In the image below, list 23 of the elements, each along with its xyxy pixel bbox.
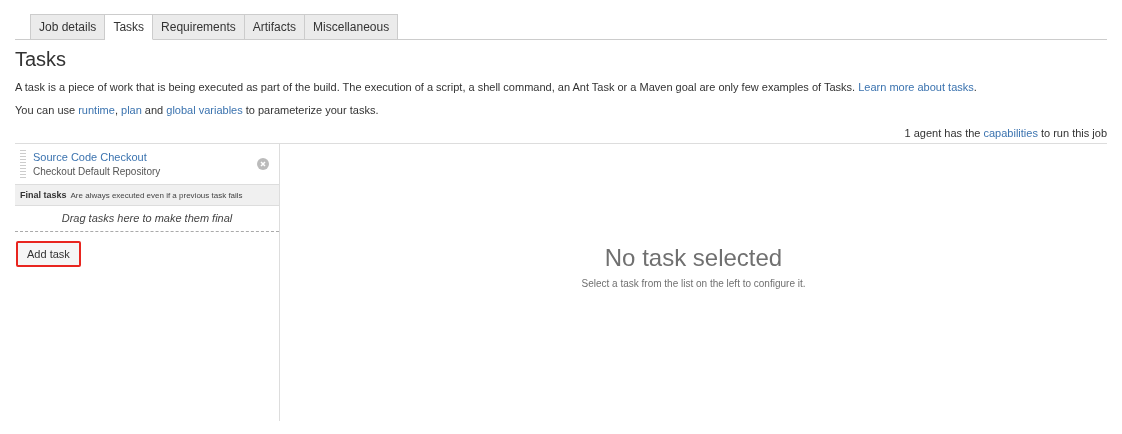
- tab[interactable]: Requirements: [153, 14, 245, 40]
- tab[interactable]: Miscellaneous: [305, 14, 399, 40]
- empty-state-title: No task selected: [604, 244, 783, 272]
- remove-icon[interactable]: [257, 158, 269, 170]
- link[interactable]: capabilities: [983, 127, 1038, 139]
- task-name: Source Code Checkout: [33, 151, 148, 163]
- link[interactable]: global variables: [166, 104, 243, 116]
- task-description: Checkout Default Repository: [33, 166, 162, 177]
- tab[interactable]: Job details: [30, 14, 106, 40]
- agent-capabilities-text: 1 agent has the capabilities to run this job: [15, 127, 1107, 144]
- add-task-button[interactable]: Add task: [16, 241, 81, 267]
- link[interactable]: Learn more about tasks: [858, 81, 974, 93]
- link[interactable]: runtime: [78, 104, 115, 116]
- final-tasks-note: Are always executed even if a previous task fails: [70, 191, 243, 200]
- empty-state-hint: Select a task from the list on the left to configure it.: [581, 278, 806, 289]
- tab[interactable]: Tasks: [105, 14, 154, 40]
- description-text: A task is a piece of work that is being executed as part of the build. The execution of a script, a shell command, an Ant Task or a Maven goal are only few examples of Tasks. Learn more about tasks.: [15, 81, 978, 94]
- page-heading: Tasks: [15, 48, 68, 71]
- drop-zone: Drag tasks here to make them final: [15, 206, 279, 232]
- tab[interactable]: Artifacts: [244, 14, 306, 40]
- final-tasks-title: Final tasks: [20, 190, 67, 200]
- description-text: You can use runtime, plan and global variables to parameterize your tasks.: [15, 104, 380, 117]
- link[interactable]: plan: [121, 104, 142, 116]
